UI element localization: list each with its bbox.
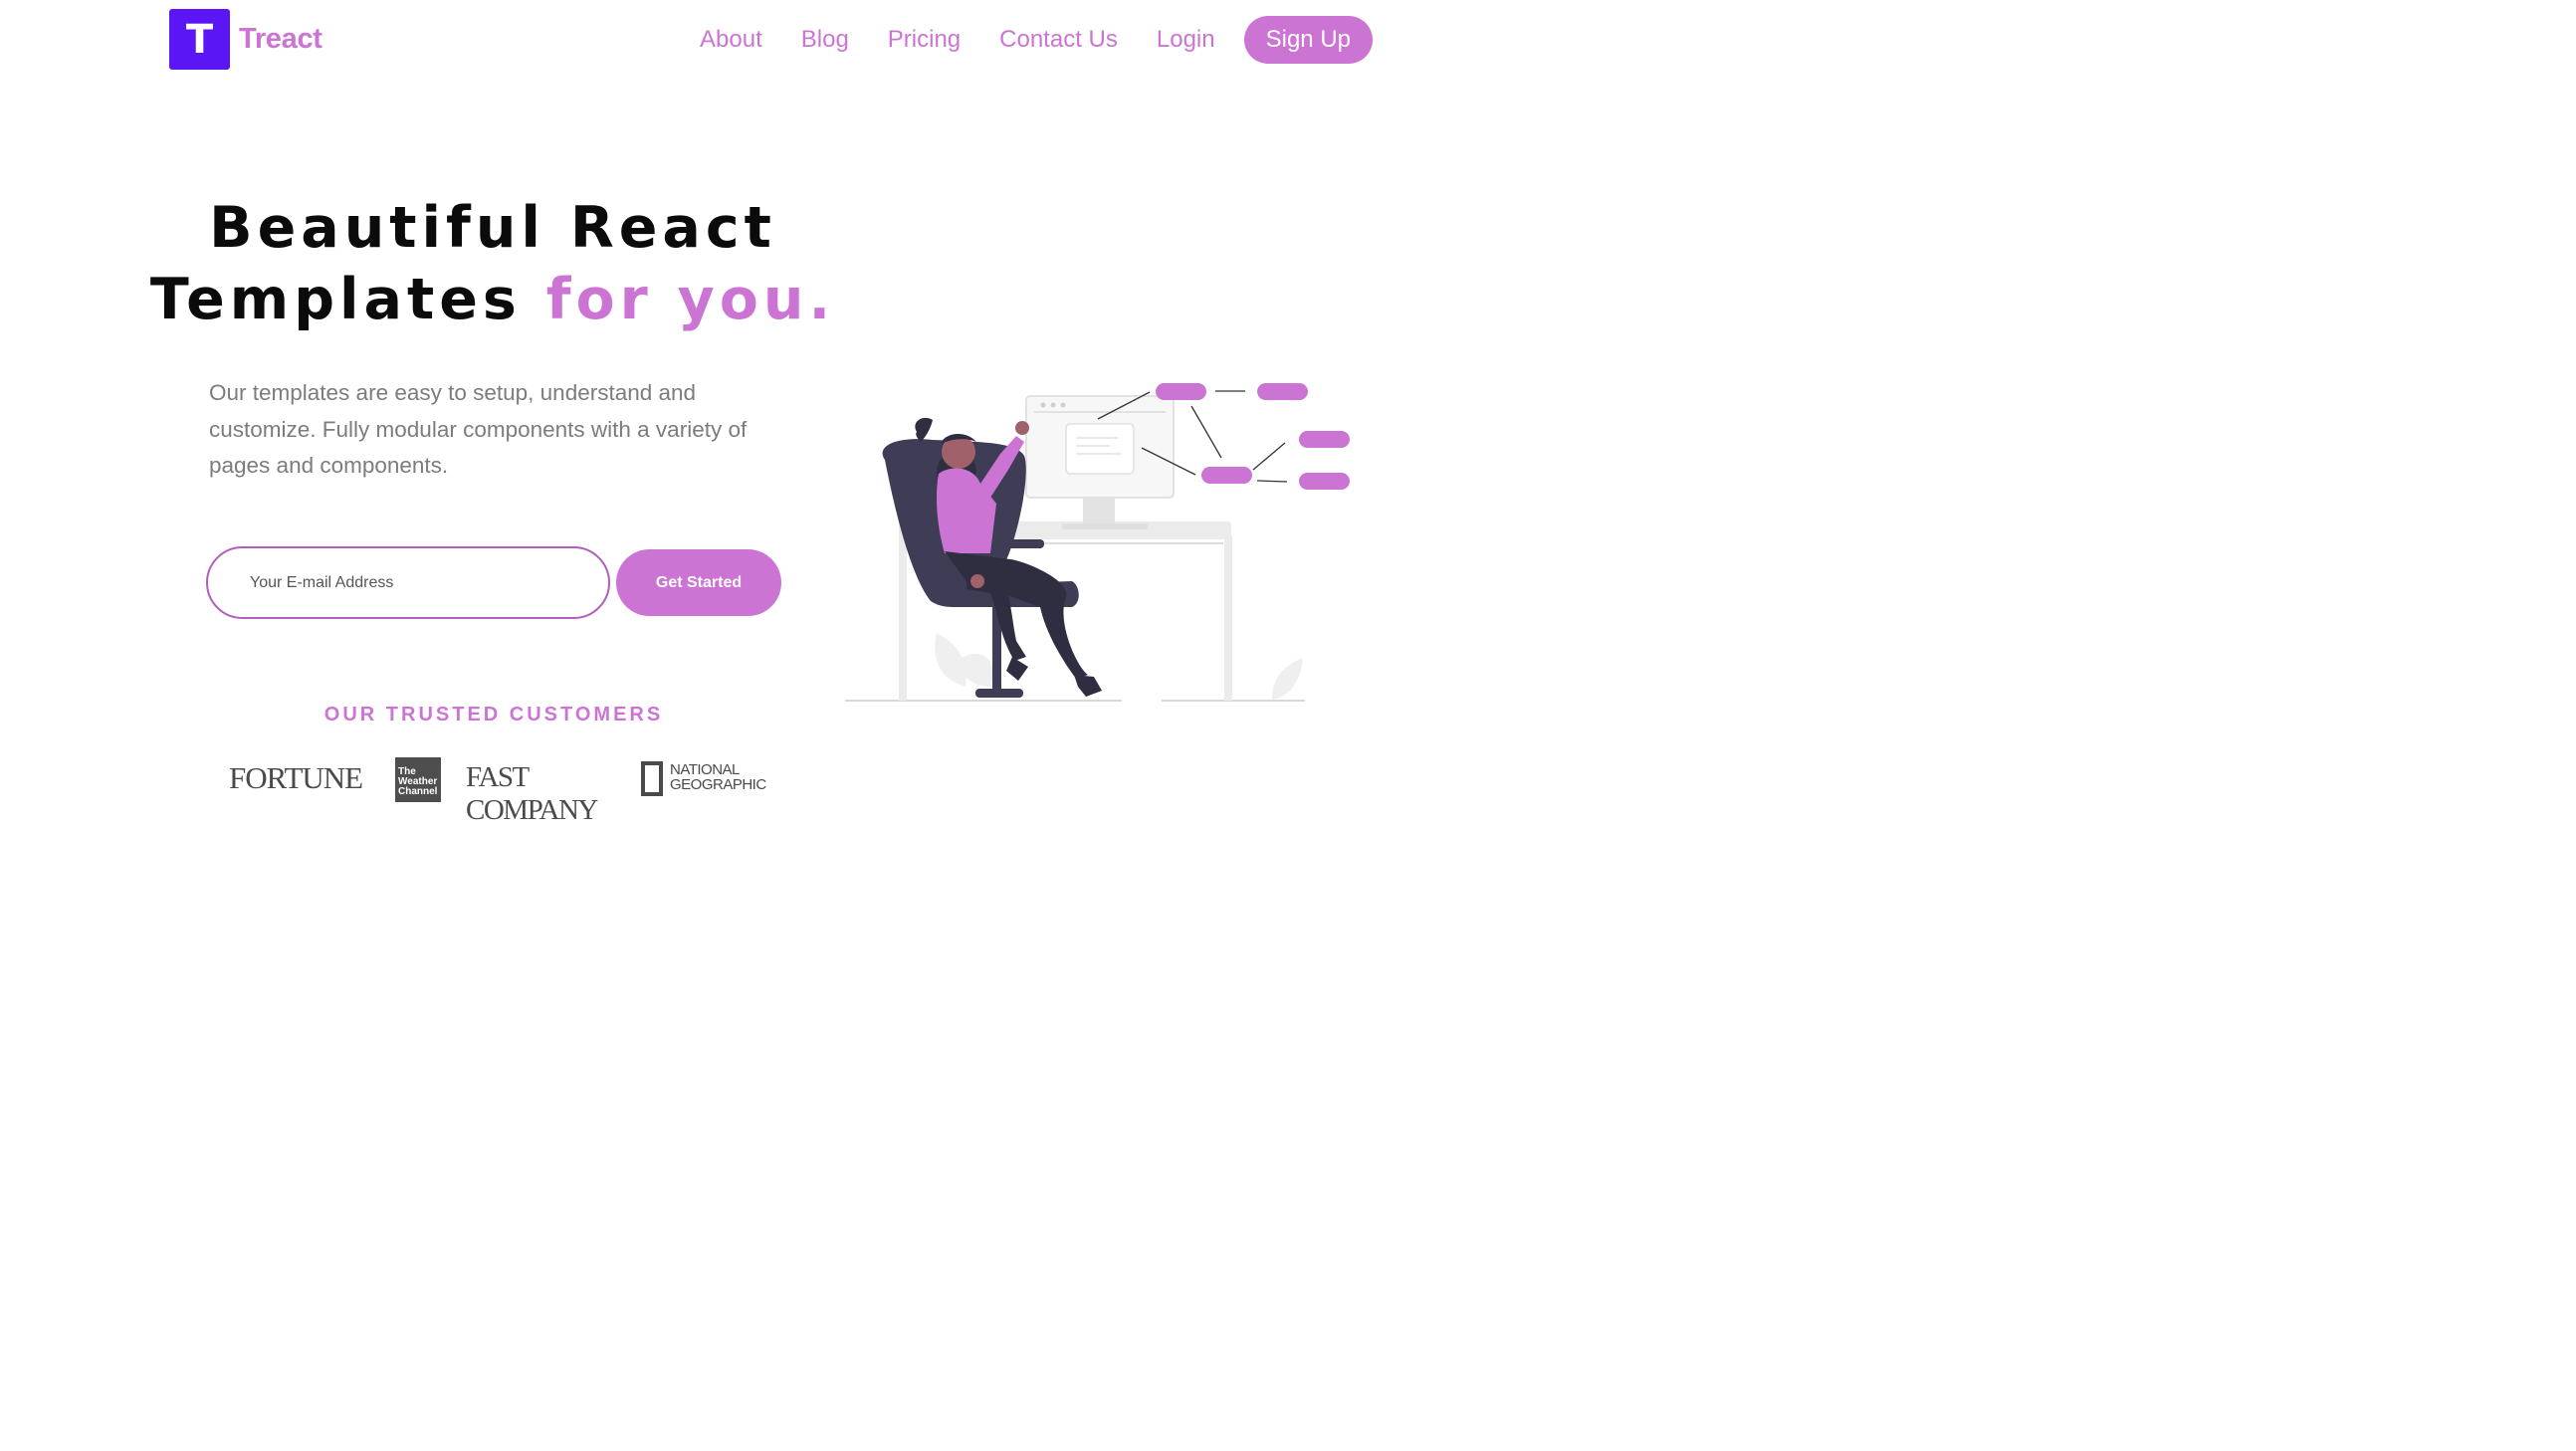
natgeo-frame-icon xyxy=(641,761,663,796)
hero-description: Our templates are easy to setup, underst… xyxy=(209,380,748,478)
logo-mark-icon: T xyxy=(169,9,230,70)
signup-button[interactable]: Sign Up xyxy=(1243,16,1373,64)
headline-line2: Templates xyxy=(149,267,546,332)
nav-link-login[interactable]: Login xyxy=(1157,26,1215,54)
nav-link-blog[interactable]: Blog xyxy=(801,26,849,54)
natgeo-logo: NATIONAL GEOGRAPHIC xyxy=(670,762,766,792)
hero-headline: Beautiful React Templates for you. xyxy=(149,192,836,335)
headline-accent: for you. xyxy=(545,267,836,332)
headline-line1: Beautiful React xyxy=(209,195,776,261)
logo-text: Treact xyxy=(239,23,322,55)
logo[interactable]: T Treact xyxy=(169,9,322,70)
weather-logo-line: Channel xyxy=(398,786,438,797)
site-header: T Treact About Blog Pricing Contact Us L… xyxy=(0,0,1561,80)
trusted-customers-heading: OUR TRUSTED CUSTOMERS xyxy=(323,704,664,726)
nav-link-pricing[interactable]: Pricing xyxy=(888,26,961,54)
natgeo-logo-line: NATIONAL xyxy=(670,761,740,778)
email-input[interactable] xyxy=(206,546,610,619)
woman-at-desk-illustration xyxy=(845,383,1350,702)
fast-company-logo: FAST COMPANY xyxy=(466,761,598,826)
fortune-logo: FORTUNE xyxy=(229,760,363,795)
nav-link-contact[interactable]: Contact Us xyxy=(999,26,1118,54)
weather-channel-logo: The Weather Channel xyxy=(395,757,441,802)
nav-link-about[interactable]: About xyxy=(700,26,762,54)
get-started-button[interactable]: Get Started xyxy=(616,549,781,616)
main-nav: About Blog Pricing Contact Us Login Sign… xyxy=(700,16,1373,64)
natgeo-logo-line: GEOGRAPHIC xyxy=(670,776,766,793)
